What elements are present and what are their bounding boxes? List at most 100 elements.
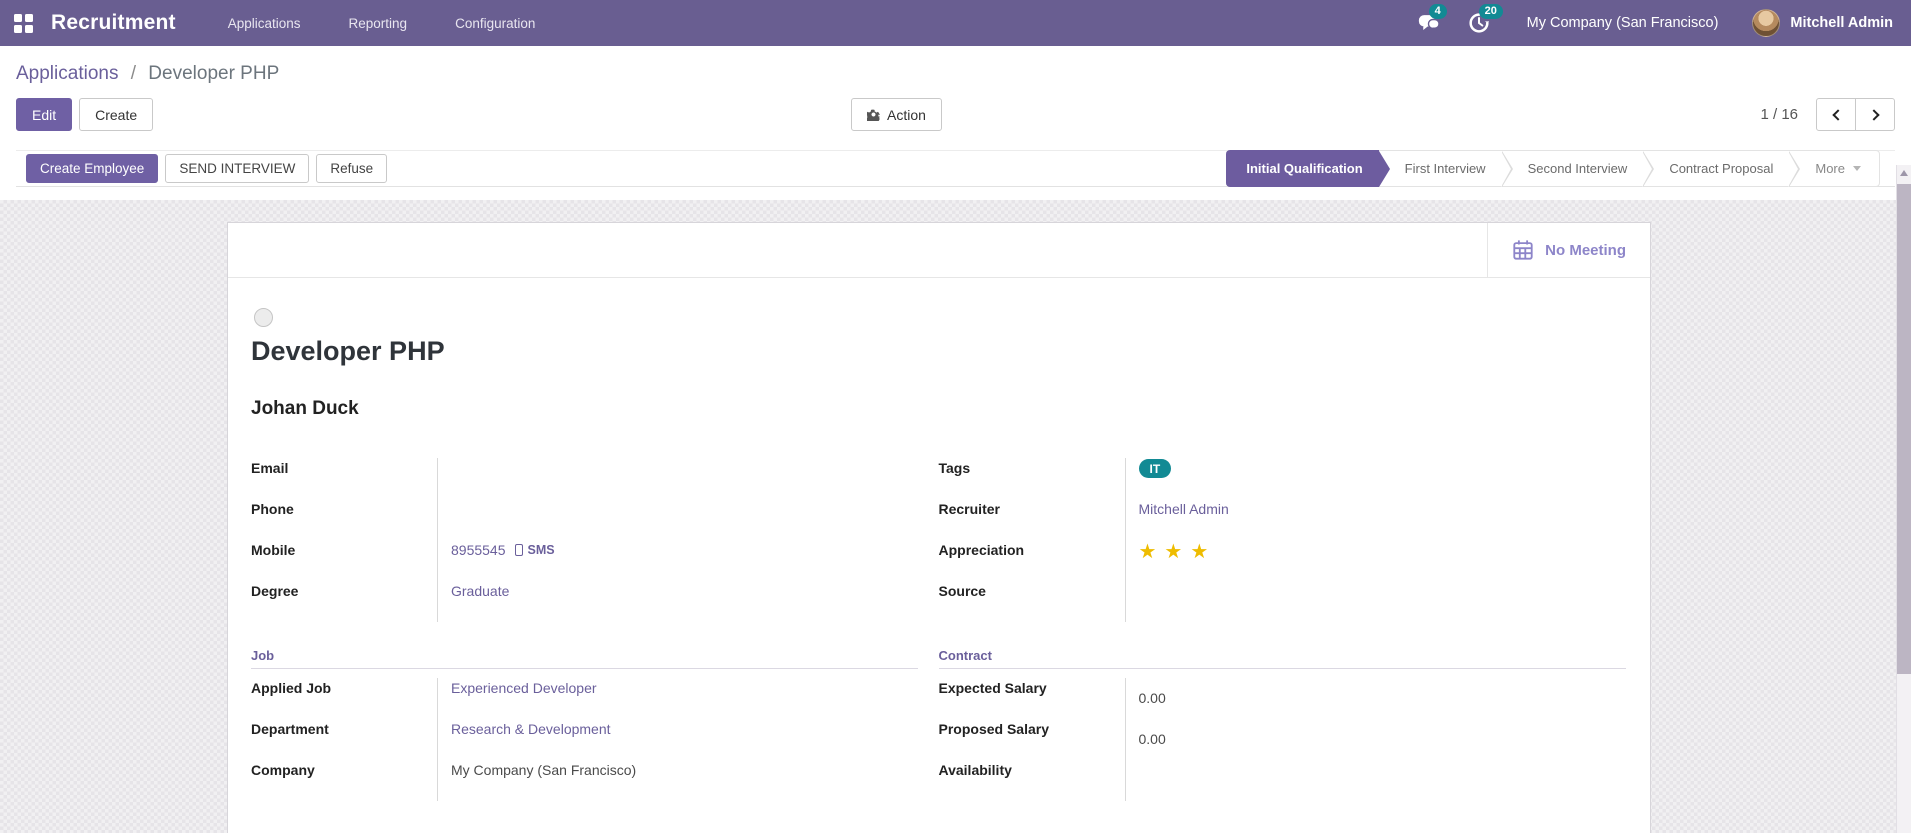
app-brand[interactable]: Recruitment [51, 11, 176, 35]
action-button-label: Action [887, 106, 926, 123]
email-label: Email [251, 458, 438, 499]
stage-contract-proposal[interactable]: Contract Proposal [1643, 150, 1801, 187]
apps-grid-icon[interactable] [14, 13, 33, 33]
top-field-grid: Email Phone Mobile 8955545 SMS Degree Gr… [251, 458, 1626, 622]
mobile-label: Mobile [251, 540, 438, 581]
send-interview-button[interactable]: SEND INTERVIEW [165, 154, 310, 183]
applied-job-value[interactable]: Experienced Developer [438, 678, 939, 719]
stage-second-interview[interactable]: Second Interview [1501, 150, 1655, 187]
company-switcher[interactable]: My Company (San Francisco) [1527, 15, 1719, 31]
content-area: No Meeting Developer PHP Johan Duck Emai… [0, 200, 1911, 833]
tags-label: Tags [939, 458, 1126, 499]
field-row-availability: Availability [939, 760, 1627, 801]
action-button[interactable]: Action [851, 98, 942, 131]
calendar-icon [1513, 240, 1533, 260]
right-field-group: Tags IT Recruiter Mitchell Admin Appreci… [939, 458, 1627, 622]
applicant-form-card: No Meeting Developer PHP Johan Duck Emai… [227, 222, 1651, 833]
chevron-down-icon [1853, 166, 1861, 171]
pager-buttons [1816, 98, 1895, 131]
tag-it-badge[interactable]: IT [1138, 459, 1172, 478]
breadcrumb-current: Developer PHP [148, 63, 280, 84]
sms-link[interactable]: SMS [528, 542, 555, 557]
control-panel-buttons: Edit Create Action 1 / 16 [16, 98, 1895, 131]
pager-count: 1 / 16 [1760, 106, 1798, 123]
user-avatar[interactable] [1752, 9, 1781, 37]
control-panel: Applications / Developer PHP Edit Create… [0, 46, 1911, 187]
user-menu[interactable]: Mitchell Admin [1790, 15, 1893, 31]
field-row-degree: Degree Graduate [251, 581, 939, 622]
field-row-source: Source [939, 581, 1627, 622]
contract-section-heading: Contract [938, 648, 1626, 669]
field-row-expected-salary: Expected Salary 0.00 [939, 678, 1627, 719]
job-section-heading: Job [251, 648, 918, 669]
degree-value[interactable]: Graduate [438, 581, 939, 622]
menu-applications[interactable]: Applications [228, 16, 301, 31]
expected-salary-label: Expected Salary [939, 678, 1126, 719]
breadcrumb: Applications / Developer PHP [16, 46, 1895, 85]
recruiter-value[interactable]: Mitchell Admin [1126, 499, 1627, 540]
meeting-row: No Meeting [228, 223, 1650, 278]
company-label: Company [251, 760, 438, 801]
source-value [1126, 581, 1627, 622]
field-row-company: Company My Company (San Francisco) [251, 760, 939, 801]
form-statusbar: Create Employee SEND INTERVIEW Refuse In… [16, 150, 1895, 187]
activities-icon[interactable]: 20 [1467, 4, 1503, 35]
field-row-email: Email [251, 458, 939, 499]
field-row-applied-job: Applied Job Experienced Developer [251, 678, 939, 719]
recruitment-app-screen: Recruitment Applications Reporting Confi… [0, 0, 1911, 833]
phone-label: Phone [251, 499, 438, 540]
proposed-salary-value: 0.00 [1138, 731, 1166, 747]
field-row-mobile: Mobile 8955545 SMS [251, 540, 939, 581]
vertical-scrollbar[interactable] [1896, 165, 1911, 833]
availability-label: Availability [939, 760, 1126, 801]
menu-configuration[interactable]: Configuration [455, 16, 535, 31]
refuse-button[interactable]: Refuse [316, 154, 388, 183]
pager-previous-button[interactable] [1816, 98, 1856, 131]
mobile-value: 8955545 SMS [438, 540, 939, 581]
kanban-state-icon[interactable] [254, 308, 273, 327]
gear-icon [867, 109, 880, 121]
stage-initial-qualification[interactable]: Initial Qualification [1226, 150, 1390, 187]
recruiter-label: Recruiter [939, 499, 1126, 540]
top-navbar: Recruitment Applications Reporting Confi… [0, 0, 1911, 46]
stage-first-interview[interactable]: First Interview [1378, 150, 1513, 187]
no-meeting-button[interactable]: No Meeting [1487, 223, 1650, 277]
create-button[interactable]: Create [79, 98, 154, 131]
contract-section: Contract Expected Salary 0.00 Proposed S… [938, 648, 1627, 801]
scroll-up-button[interactable] [1897, 165, 1911, 181]
field-row-appreciation: Appreciation ★★★ [939, 540, 1627, 581]
stage-more-dropdown[interactable]: More [1789, 150, 1880, 187]
edit-button[interactable]: Edit [16, 98, 73, 131]
field-row-department: Department Research & Development [251, 719, 939, 760]
department-label: Department [251, 719, 438, 760]
breadcrumb-applications-link[interactable]: Applications [16, 63, 118, 84]
stage-more-label: More [1815, 161, 1845, 176]
chevron-right-icon [1867, 108, 1880, 121]
pager: 1 / 16 [1760, 98, 1895, 131]
job-section: Job Applied Job Experienced Developer De… [251, 648, 939, 801]
pager-next-button[interactable] [1855, 98, 1895, 131]
expected-salary-value: 0.00 [1138, 690, 1166, 706]
appreciation-value: ★★★ [1126, 540, 1627, 581]
department-value[interactable]: Research & Development [438, 719, 939, 760]
appreciation-label: Appreciation [939, 540, 1126, 581]
scrollbar-thumb[interactable] [1897, 184, 1911, 674]
applied-job-label: Applied Job [251, 678, 438, 719]
triangle-up-icon [1900, 170, 1908, 176]
messages-icon[interactable]: 4 [1417, 4, 1447, 35]
availability-value [1126, 760, 1627, 801]
activities-count-badge: 20 [1478, 4, 1503, 19]
stage-pipeline: Initial Qualification First Interview Se… [1226, 150, 1880, 187]
proposed-salary-label: Proposed Salary [939, 719, 1126, 760]
company-value: My Company (San Francisco) [451, 762, 637, 778]
systray: 4 20 My Company (San Francisco) Mitchell… [1391, 4, 1893, 37]
section-grid: Job Applied Job Experienced Developer De… [251, 648, 1626, 801]
chevron-left-icon [1831, 108, 1844, 121]
field-row-phone: Phone [251, 499, 939, 540]
applicant-name: Johan Duck [251, 398, 359, 419]
create-employee-button[interactable]: Create Employee [26, 154, 159, 183]
menu-reporting[interactable]: Reporting [349, 16, 408, 31]
star-rating-icons[interactable]: ★★★ [1139, 542, 1217, 562]
breadcrumb-separator: / [130, 63, 137, 84]
mobile-number-link[interactable]: 8955545 [451, 542, 506, 558]
